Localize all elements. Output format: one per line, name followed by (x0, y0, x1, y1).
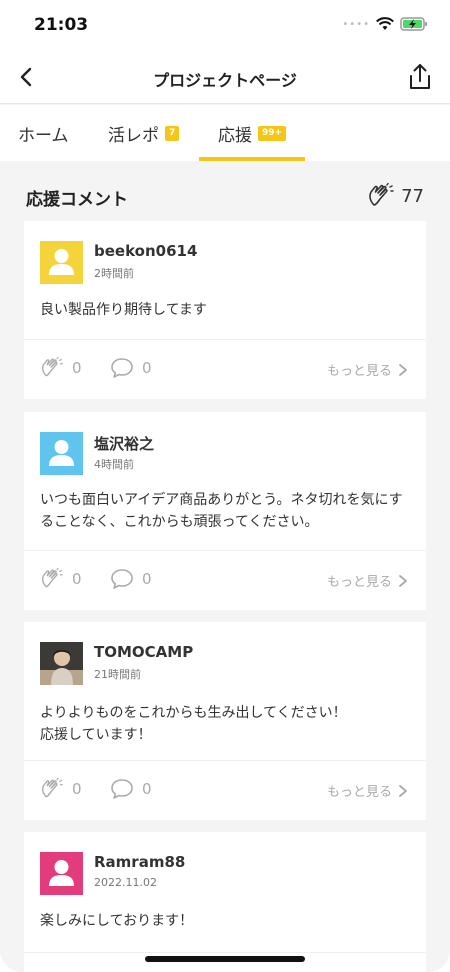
avatar[interactable] (40, 241, 83, 284)
comment-header: 塩沢裕之 4時間前 (40, 432, 400, 476)
more-link[interactable]: もっと見る (327, 571, 408, 590)
tab-report[interactable]: 活レポ 7 (108, 105, 180, 161)
tab-support[interactable]: 応援 99+ (218, 105, 287, 161)
comment-header: TOMOCAMP 21時間前 (40, 642, 400, 686)
comment-card: 塩沢裕之 4時間前 いつも面白いアイデア商品ありがとう。ネタ切れを気にすることな… (24, 412, 426, 610)
clap-count: 0 (72, 780, 82, 798)
user-name[interactable]: TOMOCAMP (94, 643, 193, 661)
home-indicator (145, 956, 305, 962)
tab-label: 応援 (218, 125, 252, 146)
reply-button[interactable]: 0 (110, 357, 152, 379)
signal-dots-icon: •••• (342, 18, 370, 30)
comment-text: 良い製品作り期待してます (40, 302, 207, 318)
speech-bubble-icon (111, 569, 133, 589)
share-icon (410, 64, 430, 89)
user-name[interactable]: beekon0614 (94, 242, 197, 260)
nav-bar: プロジェクトページ (0, 50, 450, 104)
comment-text: 楽しみにしております！ (40, 913, 194, 929)
comment-card: Ramram88 2022.11.02 楽しみにしております！ (24, 832, 426, 972)
comment-actions: 0 0 もっと見る (24, 550, 426, 610)
comment-time: 2022.11.02 (94, 876, 157, 889)
avatar[interactable] (40, 852, 83, 895)
more-link-label: もっと見る (326, 575, 392, 590)
comment-card: TOMOCAMP 21時間前 よりよりものをこれからも生み出してください！ 応援… (24, 622, 426, 820)
tab-home[interactable]: ホーム (18, 105, 69, 161)
comment-actions (24, 952, 426, 972)
battery-charging-icon (400, 17, 427, 31)
more-link-label: もっと見る (326, 785, 392, 800)
clap-total[interactable]: 77 (367, 183, 424, 209)
clap-count: 0 (72, 570, 82, 588)
reply-button[interactable]: 0 (110, 778, 152, 800)
user-name[interactable]: 塩沢裕之 (94, 433, 154, 454)
comment-card: beekon0614 2時間前 良い製品作り期待してます 0 0 もっと見る (24, 221, 426, 399)
avatar[interactable] (40, 642, 83, 685)
section-title: 応援コメント (26, 190, 128, 210)
comment-header: Ramram88 2022.11.02 (40, 852, 400, 896)
comment-time: 4時間前 (94, 458, 134, 471)
clap-button[interactable]: 0 (40, 568, 82, 590)
comment-time: 2時間前 (94, 267, 134, 280)
clap-icon (42, 568, 63, 588)
user-name[interactable]: Ramram88 (94, 853, 185, 871)
more-link[interactable]: もっと見る (327, 360, 408, 379)
avatar[interactable] (40, 432, 83, 475)
tab-bar: ホーム 活レポ 7 応援 99+ (0, 105, 450, 161)
comment-text: よりよりものをこれからも生み出してください！ 応援しています！ (40, 705, 347, 743)
tab-label: ホーム (18, 125, 69, 146)
clap-icon (42, 778, 63, 798)
comment-time: 21時間前 (94, 668, 141, 681)
chevron-right-icon (399, 574, 407, 587)
reply-count: 0 (142, 570, 152, 588)
clap-button[interactable]: 0 (40, 778, 82, 800)
clap-icon (42, 357, 63, 377)
comments-section: 応援コメント 77 beekon0614 2時間前 良い製品作り期待してます 0… (0, 161, 450, 972)
reply-count: 0 (142, 780, 152, 798)
status-icons: •••• (342, 17, 428, 31)
wifi-icon (376, 17, 394, 30)
tab-label: 活レポ (108, 125, 159, 146)
comment-text: いつも面白いアイデア商品ありがとう。ネタ切れを気にすることなく、これからも頑張っ… (40, 492, 403, 530)
reply-count: 0 (142, 359, 152, 377)
clap-total-count: 77 (401, 185, 424, 207)
status-bar: 21:03 •••• (0, 0, 450, 50)
chevron-right-icon (399, 363, 407, 376)
reply-button[interactable]: 0 (110, 568, 152, 590)
tab-count-badge: 99+ (258, 125, 287, 141)
speech-bubble-icon (111, 779, 133, 799)
chevron-right-icon (399, 784, 407, 797)
clap-button[interactable]: 0 (40, 357, 82, 379)
page-title: プロジェクトページ (153, 71, 297, 90)
comment-actions: 0 0 もっと見る (24, 760, 426, 820)
more-link[interactable]: もっと見る (327, 781, 408, 800)
status-time: 21:03 (34, 15, 89, 35)
app-screen: 21:03 •••• プロジェクトページ ホーム 活レポ 7 応援 99+ 応援… (0, 0, 450, 972)
comment-actions: 0 0 もっと見る (24, 339, 426, 399)
tab-count-badge: 7 (165, 125, 180, 141)
clap-icon (369, 183, 394, 206)
section-header: 応援コメント 77 (26, 183, 424, 211)
speech-bubble-icon (111, 358, 133, 378)
more-link-label: もっと見る (326, 364, 392, 379)
comment-header: beekon0614 2時間前 (40, 241, 400, 285)
share-button[interactable] (406, 62, 434, 92)
clap-count: 0 (72, 359, 82, 377)
